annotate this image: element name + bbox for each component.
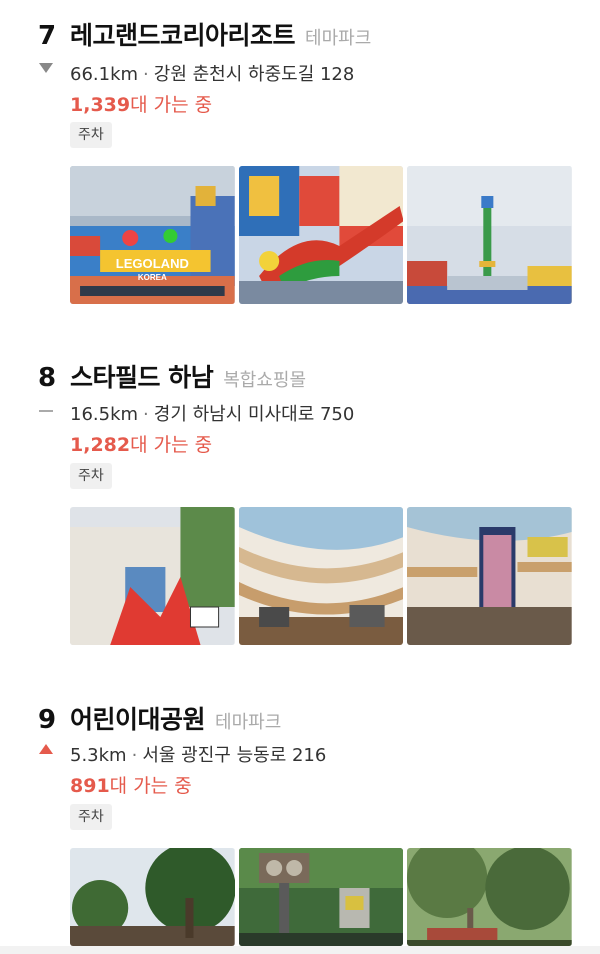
rank-number: 9 — [38, 705, 57, 735]
parking-tag: 주차 — [70, 463, 112, 489]
bottom-divider — [0, 946, 600, 954]
rank-up-icon — [39, 744, 53, 754]
separator-dot: · — [143, 64, 149, 85]
count-number: 891 — [70, 775, 110, 797]
photo-strip — [70, 848, 573, 946]
distance: 66.1km — [70, 64, 139, 85]
photo-park-forest[interactable] — [407, 848, 573, 946]
visitor-count: 1,339대 가는 중 — [70, 90, 212, 117]
visitor-count: 1,282대 가는 중 — [70, 430, 212, 457]
rank-number: 7 — [38, 21, 57, 51]
photo-legoland-dragon[interactable] — [238, 166, 404, 304]
distance: 5.3km — [70, 745, 127, 766]
address: 경기 하남시 미사대로 750 — [153, 404, 355, 425]
place-name[interactable]: 어린이대공원 — [70, 700, 206, 736]
place-category: 복합쇼핑몰 — [223, 370, 307, 391]
place-info: 16.5km · 경기 하남시 미사대로 750 — [70, 400, 354, 426]
place-info: 66.1km · 강원 춘천시 하중도길 128 — [70, 60, 354, 86]
title-row: 9 어린이대공원 테마파크 — [38, 700, 281, 740]
count-suffix: 대 가는 중 — [130, 434, 213, 456]
separator-dot: · — [143, 404, 149, 425]
address: 강원 춘천시 하중도길 128 — [153, 64, 355, 85]
photo-legoland-entrance[interactable]: LEGOLAND KOREA — [70, 166, 235, 304]
separator-dot: · — [131, 745, 138, 766]
rank-number: 8 — [38, 363, 57, 393]
visitor-count: 891대 가는 중 — [70, 771, 192, 798]
place-name[interactable]: 스타필드 하남 — [70, 358, 214, 394]
distance: 16.5km — [70, 404, 139, 425]
photo-park-robot-sculpture[interactable] — [238, 848, 404, 946]
photo-strip — [70, 507, 573, 645]
address: 서울 광진구 능동로 216 — [142, 745, 327, 766]
photo-sign-subtext: KOREA — [138, 273, 167, 282]
count-suffix: 대 가는 중 — [130, 94, 213, 116]
rank-down-icon — [39, 63, 53, 73]
place-category: 테마파크 — [305, 28, 372, 49]
parking-tag: 주차 — [70, 122, 112, 148]
photo-starfield-interior[interactable] — [407, 507, 573, 645]
title-row: 7 레고랜드코리아리조트 테마파크 — [38, 16, 371, 56]
count-number: 1,282 — [70, 434, 131, 456]
parking-tag: 주차 — [70, 804, 112, 830]
photo-park-trees[interactable] — [70, 848, 235, 946]
count-suffix: 대 가는 중 — [109, 775, 192, 797]
photo-strip: LEGOLAND KOREA — [70, 166, 573, 304]
photo-starfield-exterior[interactable] — [70, 507, 235, 645]
photo-starfield-atrium[interactable] — [238, 507, 404, 645]
photo-sign-text: LEGOLAND — [116, 256, 189, 271]
count-number: 1,339 — [70, 94, 131, 116]
title-row: 8 스타필드 하남 복합쇼핑몰 — [38, 358, 306, 398]
rank-same-icon — [39, 410, 53, 412]
place-name[interactable]: 레고랜드코리아리조트 — [70, 16, 296, 52]
place-info: 5.3km · 서울 광진구 능동로 216 — [70, 741, 326, 767]
place-category: 테마파크 — [215, 712, 282, 733]
photo-legoland-tower[interactable] — [407, 166, 573, 304]
